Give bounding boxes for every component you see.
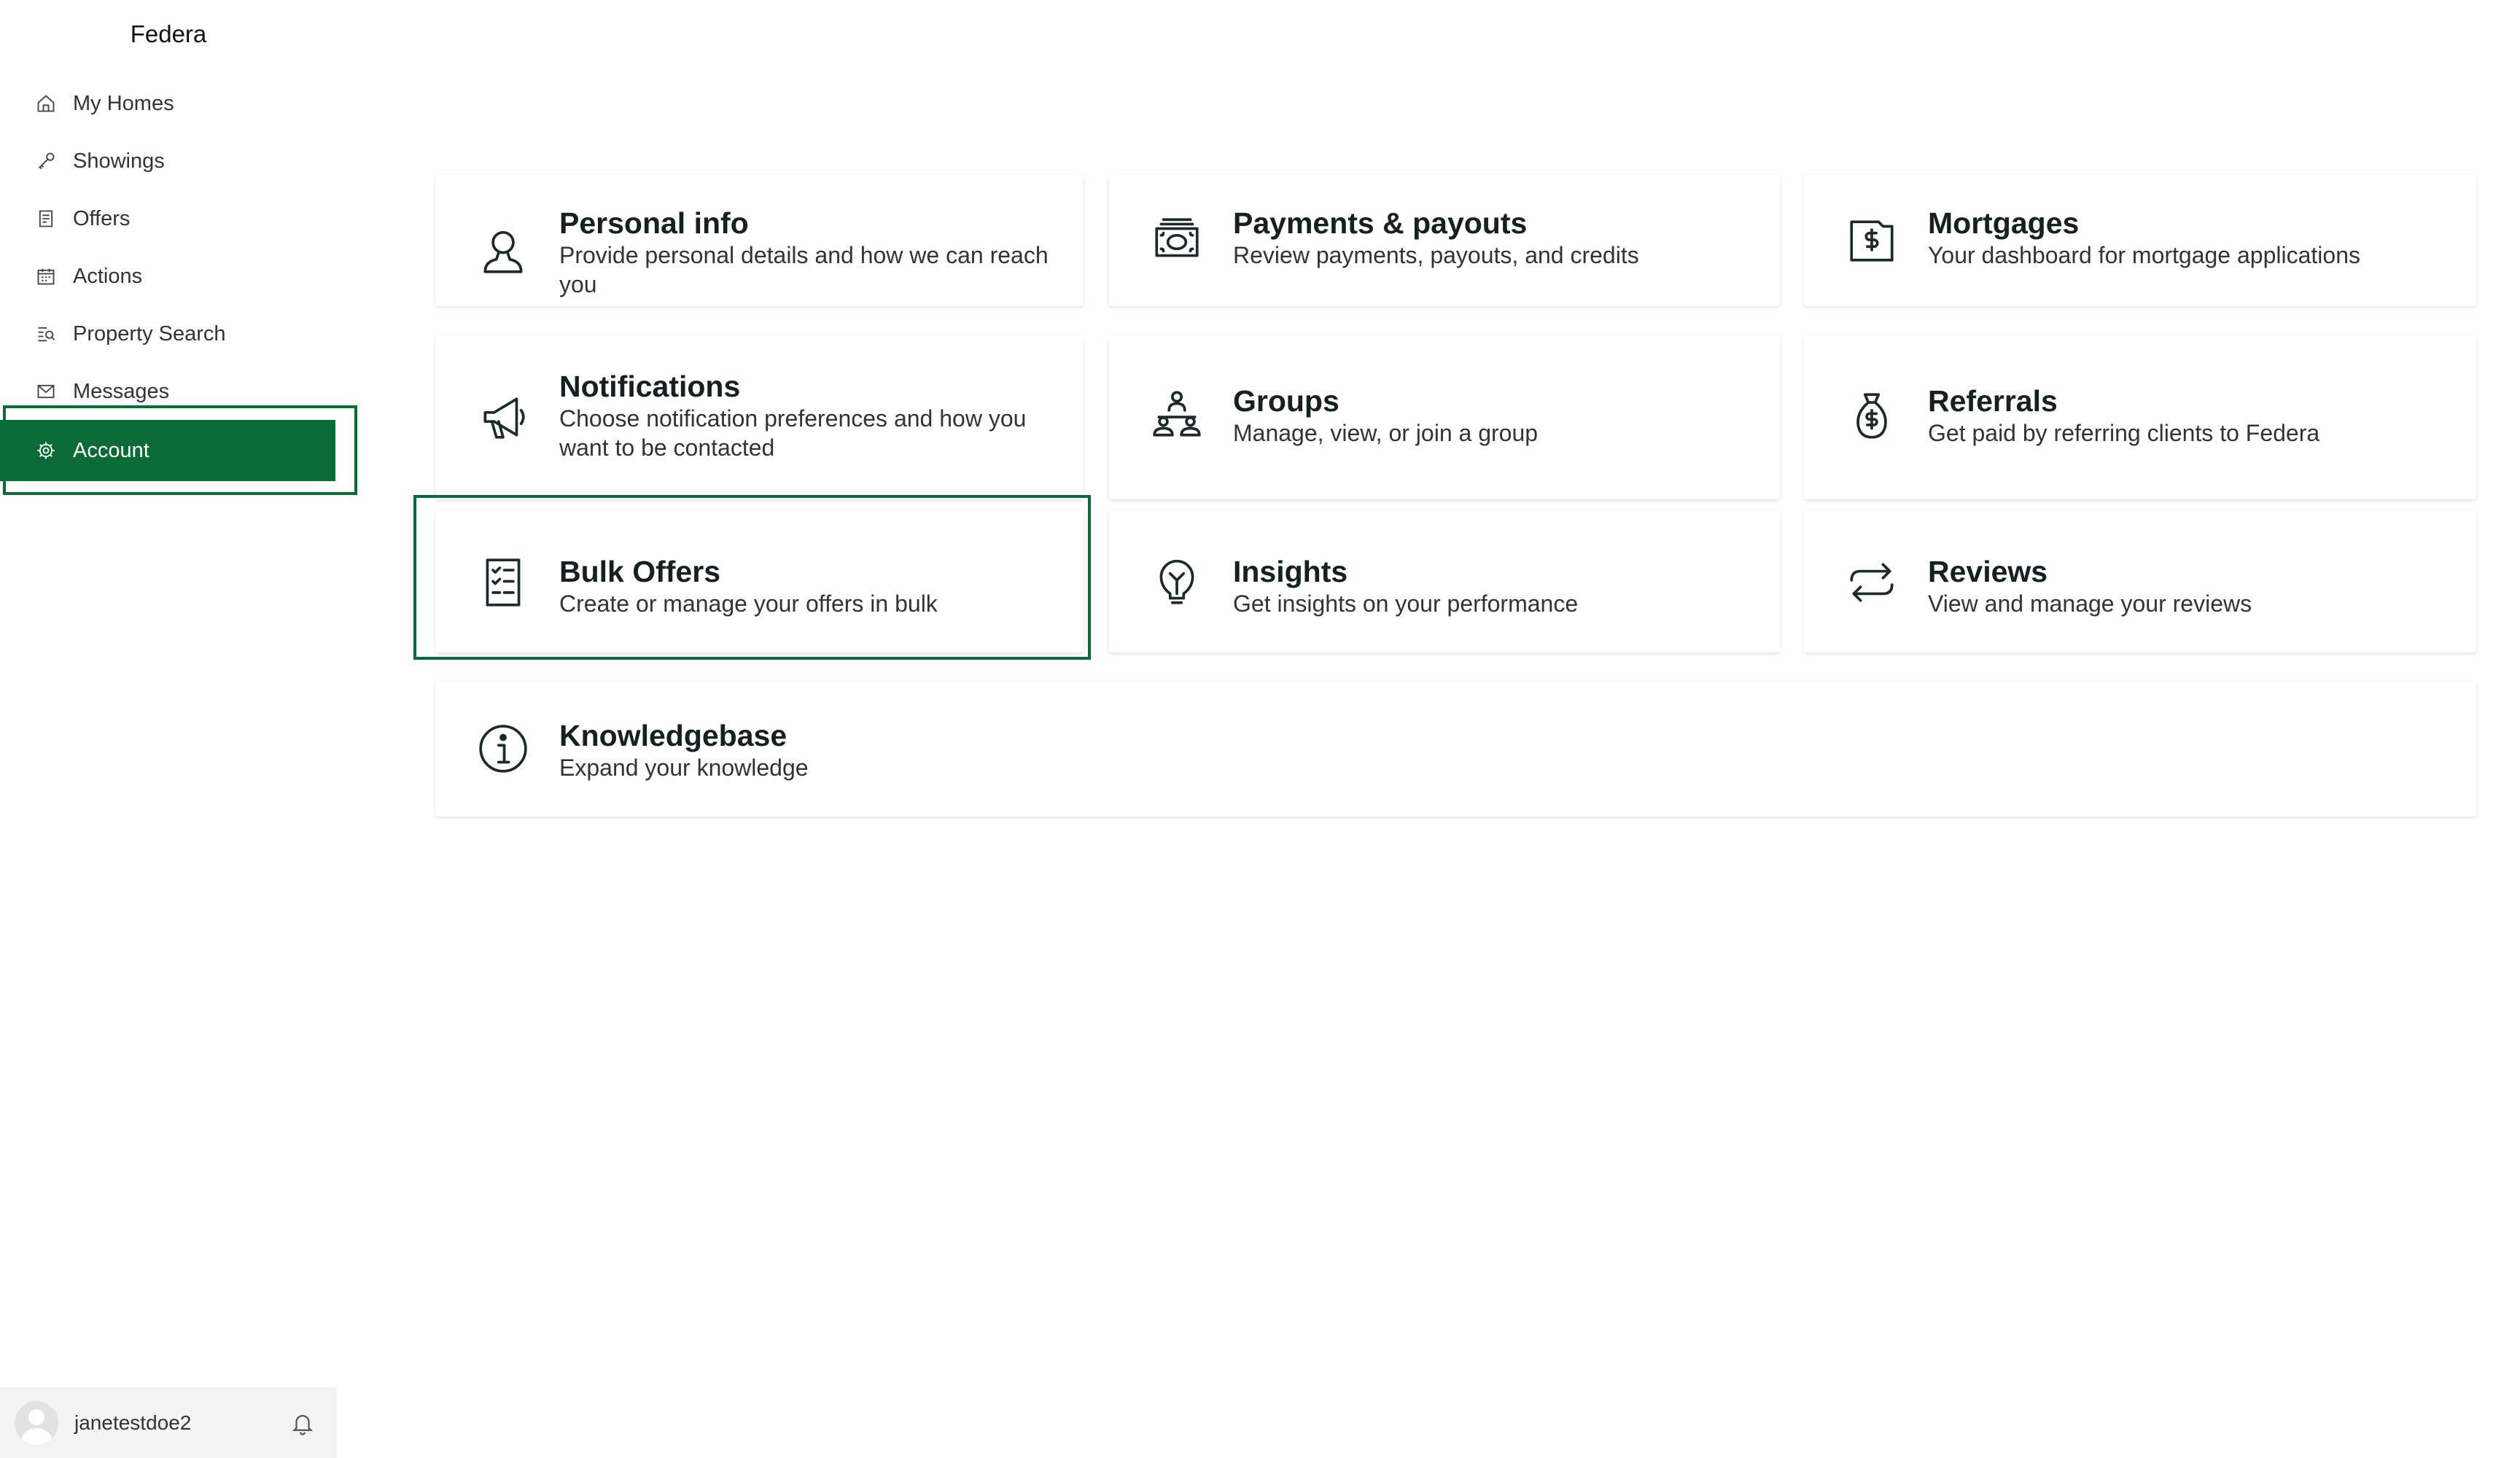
- sidebar-item-offers[interactable]: Offers: [0, 188, 337, 249]
- card-description: Expand your knowledge: [559, 755, 809, 781]
- avatar[interactable]: [15, 1400, 58, 1445]
- dollar-folder-icon: [1845, 213, 1899, 267]
- sidebar-item-label: Messages: [73, 379, 170, 403]
- card-title: Notifications: [559, 370, 741, 403]
- person-icon: [476, 225, 530, 278]
- gear-icon: [34, 438, 58, 463]
- group-icon: [1150, 388, 1204, 442]
- card-bulk-offers[interactable]: Bulk Offers Create or manage your offers…: [435, 510, 1083, 652]
- card-description: Get paid by referring clients to Federa: [1928, 420, 2320, 446]
- card-title: Groups: [1233, 384, 1339, 418]
- info-icon: [476, 722, 530, 776]
- sidebar-item-label: Actions: [73, 264, 143, 288]
- sidebar-item-account[interactable]: Account: [0, 420, 335, 481]
- card-title: Reviews: [1928, 555, 2048, 588]
- brand-name: Federa: [130, 20, 207, 47]
- sidebar-item-label: Property Search: [73, 321, 226, 346]
- card-description: Create or manage your offers in bulk: [559, 590, 938, 617]
- card-title: Referrals: [1928, 384, 2058, 418]
- card-referrals[interactable]: Referrals Get paid by referring clients …: [1804, 335, 2476, 499]
- document-icon: [34, 206, 58, 231]
- card-groups[interactable]: Groups Manage, view, or join a group: [1109, 335, 1780, 499]
- card-description: Manage, view, or join a group: [1233, 420, 1539, 446]
- sidebar-item-messages[interactable]: Messages: [0, 361, 337, 422]
- cash-icon: [1150, 213, 1204, 267]
- sidebar-item-label: My Homes: [73, 91, 174, 115]
- card-description: Your dashboard for mortgage applications: [1928, 242, 2360, 268]
- bell-icon[interactable]: [290, 1411, 315, 1435]
- card-title: Payments & payouts: [1233, 206, 1528, 240]
- mail-icon: [34, 379, 58, 404]
- card-description: View and manage your reviews: [1928, 590, 2252, 617]
- card-notifications[interactable]: Notifications Choose notification prefer…: [435, 335, 1083, 499]
- checklist-icon: [476, 555, 530, 609]
- card-reviews[interactable]: Reviews View and manage your reviews: [1804, 510, 2476, 652]
- card-payments-payouts[interactable]: Payments & payouts Review payments, payo…: [1109, 175, 1780, 306]
- card-description: Get insights on your performance: [1233, 590, 1579, 617]
- username: janetestdoe2: [74, 1411, 192, 1434]
- card-insights[interactable]: Insights Get insights on your performanc…: [1109, 510, 1780, 652]
- card-title: Knowledgebase: [559, 719, 788, 752]
- sidebar-item-property-search[interactable]: Property Search: [0, 303, 337, 364]
- sidebar-item-label: Offers: [73, 206, 131, 230]
- key-icon: [34, 149, 58, 174]
- sidebar-item-showings[interactable]: Showings: [0, 130, 337, 192]
- megaphone-icon: [476, 390, 530, 444]
- sidebar-item-actions[interactable]: Actions: [0, 246, 337, 307]
- user-bar[interactable]: janetestdoe2: [0, 1387, 337, 1458]
- money-bag-icon: [1845, 388, 1899, 442]
- sidebar-item-label: Account: [73, 438, 149, 462]
- card-knowledgebase[interactable]: Knowledgebase Expand your knowledge: [435, 682, 2476, 816]
- card-description: Provide personal details and how we can …: [559, 242, 1049, 297]
- swap-arrows-icon: [1845, 555, 1899, 609]
- sidebar-item-label: Showings: [73, 149, 165, 173]
- card-personal-info[interactable]: Personal info Provide personal details a…: [435, 175, 1083, 306]
- sidebar: Federa My Homes Showings Offers Actions …: [0, 0, 337, 1458]
- card-title: Personal info: [559, 206, 749, 240]
- search-list-icon: [34, 321, 58, 346]
- card-title: Insights: [1233, 555, 1348, 588]
- home-icon: [34, 91, 58, 116]
- sidebar-item-my-homes[interactable]: My Homes: [0, 73, 337, 134]
- calendar-icon: [34, 264, 58, 289]
- card-description: Review payments, payouts, and credits: [1233, 242, 1639, 268]
- card-description: Choose notification preferences and how …: [559, 405, 1027, 461]
- card-title: Bulk Offers: [559, 555, 720, 588]
- card-title: Mortgages: [1928, 206, 2080, 240]
- card-mortgages[interactable]: Mortgages Your dashboard for mortgage ap…: [1804, 175, 2476, 306]
- lightbulb-icon: [1150, 555, 1204, 609]
